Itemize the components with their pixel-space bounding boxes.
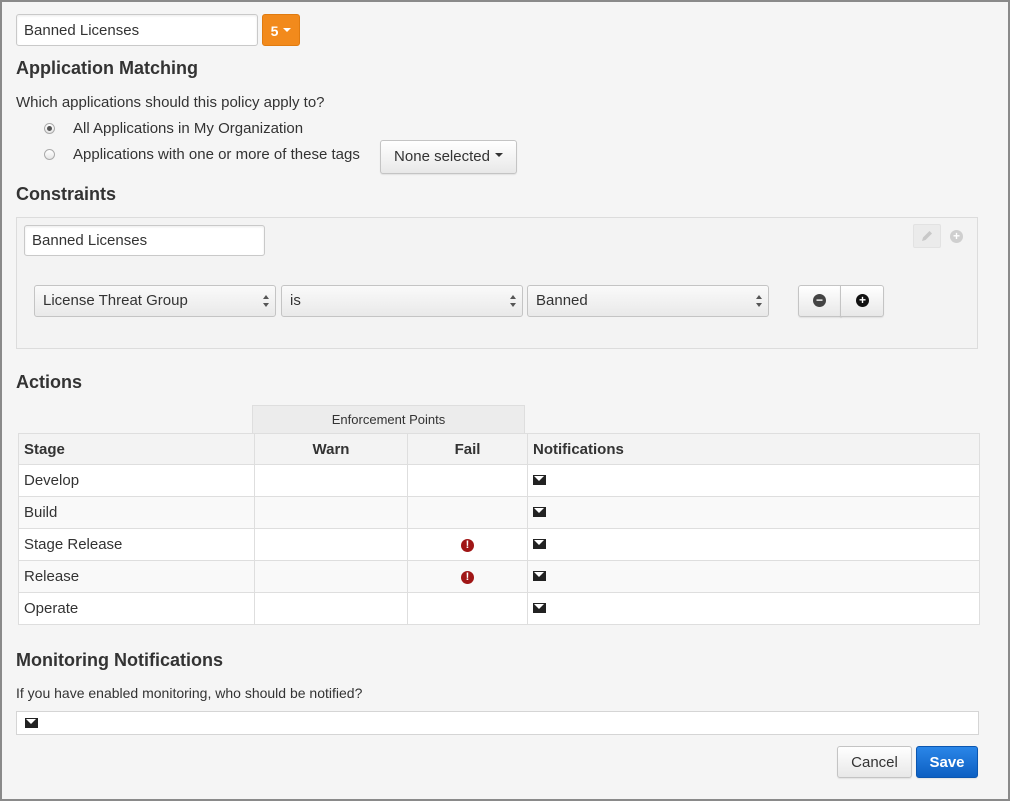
constraint-field-select[interactable]: License Threat Group	[34, 285, 276, 317]
fail-cell[interactable]: !	[408, 561, 528, 593]
constraint-field-value: License Threat Group	[43, 292, 188, 309]
policy-editor-panel: 5 Application Matching Which application…	[0, 0, 1010, 801]
plus-circle-icon[interactable]: +	[950, 230, 963, 243]
add-condition-button[interactable]: +	[840, 285, 884, 317]
warn-cell[interactable]	[255, 529, 408, 561]
fail-cell[interactable]	[408, 465, 528, 497]
warn-cell[interactable]	[255, 497, 408, 529]
table-row: Release !	[19, 561, 980, 593]
column-header-fail: Fail	[408, 434, 528, 465]
actions-title: Actions	[16, 372, 82, 393]
notifications-cell[interactable]	[528, 465, 980, 497]
stage-cell: Develop	[19, 465, 255, 497]
notifications-cell[interactable]	[528, 529, 980, 561]
stage-cell: Operate	[19, 593, 255, 625]
tags-select-label: None selected	[394, 148, 490, 165]
constraint-box: + License Threat Group is Banned − +	[16, 217, 978, 349]
radio-all-applications[interactable]	[44, 123, 55, 134]
cancel-button[interactable]: Cancel	[837, 746, 912, 778]
constraint-operator-select[interactable]: is	[281, 285, 523, 317]
option-tagged-applications-label: Applications with one or more of these t…	[73, 146, 360, 163]
envelope-icon[interactable]	[533, 571, 546, 581]
envelope-icon	[25, 718, 38, 728]
threat-level-dropdown[interactable]: 5	[262, 14, 300, 46]
exclamation-circle-icon: !	[461, 571, 474, 584]
enforcement-points-header: Enforcement Points	[252, 405, 525, 433]
warn-cell[interactable]	[255, 593, 408, 625]
radio-tagged-applications[interactable]	[44, 149, 55, 160]
fail-cell[interactable]	[408, 593, 528, 625]
select-arrows-icon	[756, 295, 763, 307]
actions-table: Stage Warn Fail Notifications Develop Bu…	[18, 433, 980, 625]
constraint-operator-value: is	[290, 292, 301, 309]
select-arrows-icon	[263, 295, 270, 307]
chevron-down-icon	[283, 28, 291, 32]
minus-circle-icon: −	[813, 294, 826, 307]
warn-cell[interactable]	[255, 561, 408, 593]
table-row: Operate	[19, 593, 980, 625]
monitoring-title: Monitoring Notifications	[16, 650, 223, 671]
chevron-down-icon	[495, 153, 503, 157]
constraints-title: Constraints	[16, 184, 116, 205]
column-header-stage: Stage	[19, 434, 255, 465]
save-button[interactable]: Save	[916, 746, 978, 778]
stage-cell: Stage Release	[19, 529, 255, 561]
application-matching-question: Which applications should this policy ap…	[16, 94, 325, 111]
notifications-cell[interactable]	[528, 497, 980, 529]
column-header-notifications: Notifications	[528, 434, 980, 465]
envelope-icon[interactable]	[533, 603, 546, 613]
table-row: Stage Release !	[19, 529, 980, 561]
column-header-warn: Warn	[255, 434, 408, 465]
stage-cell: Release	[19, 561, 255, 593]
constraint-value-value: Banned	[536, 292, 588, 309]
application-matching-title: Application Matching	[16, 58, 198, 79]
monitoring-recipients-input[interactable]	[16, 711, 979, 735]
envelope-icon[interactable]	[533, 507, 546, 517]
table-row: Build	[19, 497, 980, 529]
fail-cell[interactable]: !	[408, 529, 528, 561]
threat-level-value: 5	[271, 23, 279, 39]
option-all-applications-label: All Applications in My Organization	[73, 120, 303, 137]
notifications-cell[interactable]	[528, 593, 980, 625]
table-row: Develop	[19, 465, 980, 497]
stage-cell: Build	[19, 497, 255, 529]
plus-circle-icon: +	[856, 294, 869, 307]
remove-condition-button[interactable]: −	[798, 285, 842, 317]
warn-cell[interactable]	[255, 465, 408, 497]
fail-cell[interactable]	[408, 497, 528, 529]
constraint-name-input[interactable]	[24, 225, 265, 256]
select-arrows-icon	[510, 295, 517, 307]
tags-select-button[interactable]: None selected	[380, 140, 517, 174]
notifications-cell[interactable]	[528, 561, 980, 593]
constraint-value-select[interactable]: Banned	[527, 285, 769, 317]
envelope-icon[interactable]	[533, 475, 546, 485]
policy-name-input[interactable]	[16, 14, 258, 46]
pencil-icon[interactable]	[913, 224, 941, 248]
envelope-icon[interactable]	[533, 539, 546, 549]
exclamation-circle-icon: !	[461, 539, 474, 552]
monitoring-question: If you have enabled monitoring, who shou…	[16, 685, 362, 701]
